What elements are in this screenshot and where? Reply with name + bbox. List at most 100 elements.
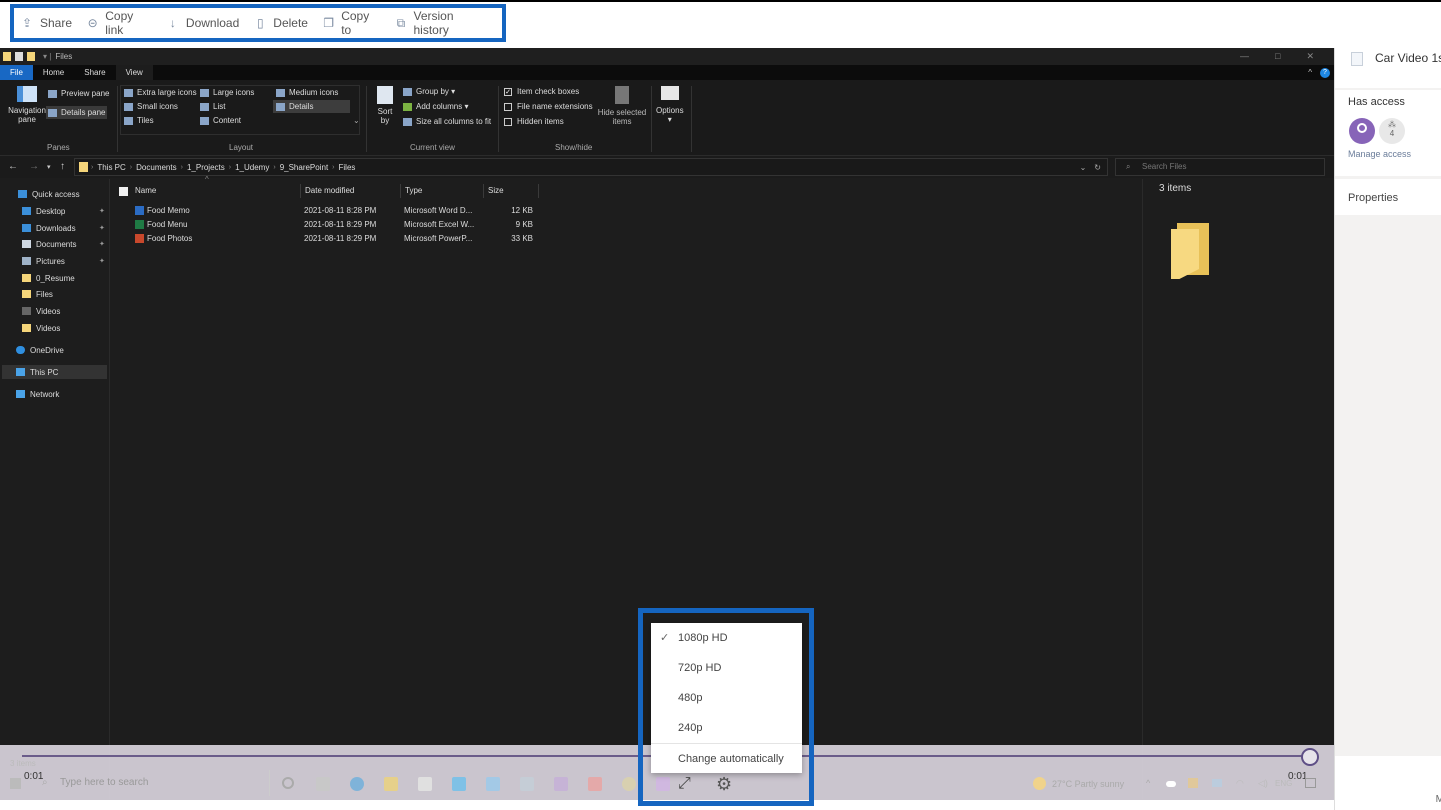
copy-to-button[interactable]: ❐ Copy to [322,9,380,37]
edge-icon[interactable] [350,777,364,791]
version-history-button[interactable]: ⧉ Version history [394,9,488,37]
app-l-icon[interactable] [452,777,466,791]
snipping-tool-icon[interactable] [554,777,568,791]
breadcrumb-item[interactable]: Files [339,163,356,172]
tray-chevron-icon[interactable]: ^ [1146,778,1150,788]
settings-gear-icon[interactable]: ⚙ [716,774,742,798]
select-all-checkbox[interactable] [119,187,128,196]
manage-access-link[interactable]: Manage access [1348,149,1411,159]
nav-downloads[interactable]: Downloads [22,221,76,235]
maximize-button[interactable]: □ [1275,51,1280,62]
notepad-icon[interactable] [520,777,534,791]
copy-link-button[interactable]: ⊝ Copy link [86,9,152,37]
quality-option-720p[interactable]: 720p HD [651,653,802,683]
item-check-boxes-checkbox[interactable]: ✓ Item check boxes [504,87,579,96]
collapse-ribbon-icon[interactable]: ^ [1308,68,1312,77]
quality-option-auto[interactable]: Change automatically [651,744,802,774]
windows-start-icon[interactable] [10,778,21,789]
add-columns-button[interactable]: Add columns ▾ [403,102,469,111]
file-explorer-icon[interactable] [384,777,398,791]
notifications-icon[interactable] [1305,778,1316,788]
mail-icon[interactable] [486,777,500,791]
avatar[interactable] [1349,118,1375,144]
breadcrumb-item[interactable]: 1_Projects [187,163,225,172]
layout-list[interactable]: List [200,102,225,111]
properties-heading[interactable]: Properties [1348,192,1398,204]
file-row[interactable]: Food Photos 2021-08-11 8:29 PM Microsoft… [131,232,541,246]
hidden-items-checkbox[interactable]: Hidden items [504,117,564,126]
forward-button[interactable]: → [29,161,39,172]
column-header-size[interactable]: Size [484,184,539,198]
nav-0-resume[interactable]: 0_Resume [22,271,75,285]
layout-more-button[interactable]: ⌄ [353,116,360,125]
minimize-button[interactable]: — [1240,51,1249,62]
preview-pane-button[interactable]: Preview pane [48,89,109,98]
chrome-icon[interactable] [622,777,636,791]
tab-home[interactable]: Home [33,65,74,80]
volume-tray-icon[interactable]: ◁) [1258,778,1268,789]
column-header-type[interactable]: Type [401,184,484,198]
download-button[interactable]: ↓ Download [166,16,239,30]
seek-thumb[interactable] [1301,748,1319,766]
column-header-date-modified[interactable]: Date modified [301,184,401,198]
sort-by-button[interactable]: Sort by [374,86,396,125]
network-tray-icon[interactable]: ◠ [1236,778,1244,789]
delete-button[interactable]: ▯ Delete [253,16,308,30]
navigation-pane-button[interactable]: Navigation pane [6,86,48,124]
breadcrumb-item[interactable]: 9_SharePoint [280,163,328,172]
nav-documents[interactable]: Documents [22,237,76,251]
options-button[interactable]: Options ▾ [656,86,684,124]
file-row[interactable]: Food Menu 2021-08-11 8:29 PM Microsoft E… [131,218,541,232]
back-button[interactable]: ← [8,161,18,172]
file-row[interactable]: Food Memo 2021-08-11 8:28 PM Microsoft W… [131,204,541,218]
tray-app-icon[interactable] [1212,779,1222,787]
tab-file[interactable]: File [0,65,33,80]
address-dropdown-icon[interactable]: ⌄ [1080,163,1087,172]
share-button[interactable]: ⇪ Share [20,16,72,30]
recent-locations-button[interactable]: ▾ [47,163,51,171]
breadcrumb[interactable]: › This PC › Documents › 1_Projects › 1_Udemy… [74,158,1108,176]
size-all-columns-button[interactable]: Size all columns to fit [403,117,491,126]
quality-option-1080p[interactable]: ✓ 1080p HD [651,623,802,653]
fullscreen-icon[interactable]: ⤢ [678,775,691,793]
layout-small-icons[interactable]: Small icons [124,102,178,111]
cortana-icon[interactable] [282,777,294,789]
language-indicator[interactable]: ENG [1275,779,1292,788]
breadcrumb-item[interactable]: This PC [97,163,125,172]
layout-medium-icons[interactable]: Medium icons [276,88,338,97]
column-header-name[interactable]: Name [131,184,301,198]
breadcrumb-item[interactable]: Documents [136,163,176,172]
nav-network[interactable]: Network [16,387,59,401]
tray-app-icon[interactable] [1188,778,1198,788]
task-view-icon[interactable] [316,777,330,791]
quality-option-480p[interactable]: 480p [651,683,802,713]
shared-users-count[interactable]: ⁂ 4 [1379,118,1405,144]
layout-details[interactable]: Details [273,100,350,113]
app-icon[interactable] [588,777,602,791]
refresh-icon[interactable]: ↻ [1094,163,1101,172]
nav-pictures[interactable]: Pictures [22,254,65,268]
close-button[interactable]: ✕ [1306,51,1314,62]
nav-onedrive[interactable]: OneDrive [16,343,64,357]
up-button[interactable]: ↑ [60,161,65,172]
tab-view[interactable]: View [115,65,153,80]
search-input[interactable]: ⌕ Search Files [1115,158,1325,176]
file-name-extensions-checkbox[interactable]: File name extensions [504,102,593,111]
nav-this-pc[interactable]: This PC [2,365,107,379]
nav-videos[interactable]: Videos [22,304,60,318]
store-icon[interactable] [418,777,432,791]
weather-text[interactable]: 27°C Partly sunny [1052,779,1124,789]
tab-share[interactable]: Share [74,65,115,80]
layout-large-icons[interactable]: Large icons [200,88,254,97]
nav-desktop[interactable]: Desktop [22,204,65,218]
taskbar-search-input[interactable]: ⌕ Type here to search [30,770,270,796]
nav-videos-folder[interactable]: Videos [22,321,60,335]
breadcrumb-item[interactable]: 1_Udemy [235,163,269,172]
details-pane-button[interactable]: Details pane [46,106,108,119]
nav-quick-access[interactable]: Quick access [18,187,80,201]
layout-extra-large-icons[interactable]: Extra large icons [124,88,197,97]
group-by-button[interactable]: Group by ▾ [403,87,455,96]
onedrive-tray-icon[interactable] [1166,781,1176,787]
help-icon[interactable]: ? [1320,67,1330,78]
quality-option-240p[interactable]: 240p [651,713,802,743]
